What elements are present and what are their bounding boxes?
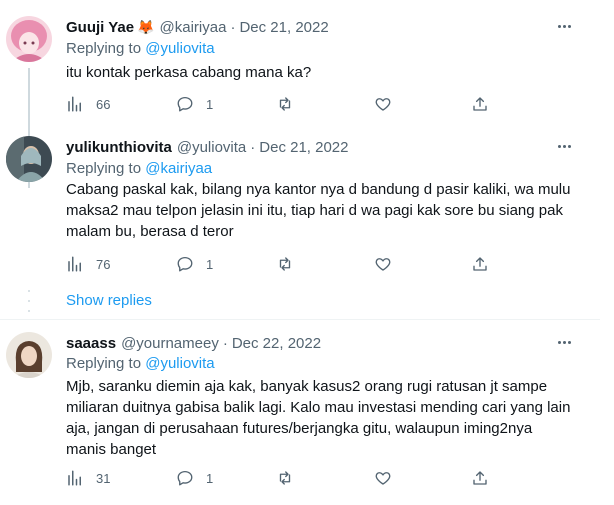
reply-count: 1 xyxy=(206,470,214,486)
tweet-actions: 31 1 xyxy=(66,468,506,488)
like-button[interactable] xyxy=(374,254,392,274)
tweet-1[interactable]: Guuji Yae 🦊 @kairiyaa · Dec 21, 2022 Rep… xyxy=(0,14,600,188)
like-icon xyxy=(375,472,391,485)
like-icon xyxy=(375,258,391,271)
tweet-text: itu kontak perkasa cabang mana ka? xyxy=(66,62,581,83)
tweet-date[interactable]: Dec 21, 2022 xyxy=(259,139,348,156)
tweet-text-line: manis banget xyxy=(66,441,157,458)
replying-to: Replying to @kairiyaa xyxy=(66,160,212,177)
reply-icon xyxy=(177,96,193,112)
display-name[interactable]: Guuji Yae xyxy=(66,19,134,36)
views-button[interactable]: 31 xyxy=(66,468,110,488)
avatar[interactable] xyxy=(6,332,52,378)
views-icon xyxy=(68,470,81,486)
tweet-actions: 76 1 xyxy=(66,254,506,274)
user-handle[interactable]: @yuliovita xyxy=(177,139,246,156)
tweet-text-line: maksa2 mau telpon jelasin ini itu, tiap … xyxy=(66,202,563,219)
reply-icon xyxy=(177,470,193,486)
replying-to: Replying to @yuliovita xyxy=(66,40,215,57)
tweet-text-line: Cabang paskal kak, bilang nya kantor nya… xyxy=(66,181,571,198)
user-handle[interactable]: @yournameey xyxy=(121,335,219,352)
user-handle[interactable]: @kairiyaa xyxy=(160,19,227,36)
tweet-text-line: miliaran duitnya gabisa balik lagi. Kalo… xyxy=(66,399,571,416)
views-count: 31 xyxy=(96,470,111,486)
views-icon xyxy=(68,256,81,272)
replying-to-label: Replying to xyxy=(66,355,142,372)
retweet-icon xyxy=(279,97,291,111)
retweet-button[interactable] xyxy=(276,254,294,274)
retweet-button[interactable] xyxy=(276,468,294,488)
avatar[interactable] xyxy=(6,16,52,62)
like-button[interactable] xyxy=(374,94,392,114)
tweet-actions: 66 1 xyxy=(66,94,506,114)
retweet-icon xyxy=(279,471,291,485)
replying-to-link[interactable]: @yuliovita xyxy=(145,40,214,57)
share-icon xyxy=(473,257,487,271)
reply-count: 1 xyxy=(206,256,214,272)
views-count: 76 xyxy=(96,256,111,272)
reply-button[interactable]: 1 xyxy=(176,468,213,488)
separator-dot: · xyxy=(222,334,228,352)
tweet-text-line: itu kontak perkasa cabang mana ka? xyxy=(66,64,312,81)
show-replies-row[interactable]: Show replies xyxy=(0,286,600,316)
reply-icon xyxy=(177,256,193,272)
share-icon xyxy=(473,471,487,485)
reply-button[interactable]: 1 xyxy=(176,254,213,274)
tweet-text-line: aja, jangan di perusahaan futures/berjan… xyxy=(66,420,533,437)
tweet-2[interactable]: yulikunthiovita @yuliovita · Dec 21, 202… xyxy=(0,136,600,286)
right-gutter xyxy=(600,0,614,505)
tweet-text: Mjb, saranku diemin aja kak, banyak kasu… xyxy=(66,376,581,460)
replying-to: Replying to @yuliovita xyxy=(66,355,215,372)
tweet-date[interactable]: Dec 21, 2022 xyxy=(239,19,328,36)
tweet-header: Guuji Yae 🦊 @kairiyaa · Dec 21, 2022 xyxy=(66,17,329,37)
tweet-3[interactable]: saaass @yournameey · Dec 22, 2022 Replyi… xyxy=(0,332,600,502)
more-icon[interactable] xyxy=(550,330,578,354)
tweet-text-line: Mjb, saranku diemin aja kak, banyak kasu… xyxy=(66,378,548,395)
tweet-text: Cabang paskal kak, bilang nya kantor nya… xyxy=(66,179,581,242)
thread-dots xyxy=(28,290,30,312)
show-replies-link[interactable]: Show replies xyxy=(66,292,152,309)
replying-to-link[interactable]: @kairiyaa xyxy=(145,160,212,177)
display-name[interactable]: yulikunthiovita xyxy=(66,139,172,156)
like-icon xyxy=(375,98,391,111)
replying-to-link[interactable]: @yuliovita xyxy=(145,355,214,372)
reply-button[interactable]: 1 xyxy=(176,94,213,114)
retweet-button[interactable] xyxy=(276,94,294,114)
separator-dot: · xyxy=(250,138,256,156)
reply-count: 1 xyxy=(206,96,214,112)
more-icon[interactable] xyxy=(550,14,578,38)
display-name[interactable]: saaass xyxy=(66,335,116,352)
views-button[interactable]: 66 xyxy=(66,94,110,114)
share-button[interactable] xyxy=(471,94,489,114)
views-button[interactable]: 76 xyxy=(66,254,110,274)
tweet-date[interactable]: Dec 22, 2022 xyxy=(232,335,321,352)
divider xyxy=(0,319,600,320)
retweet-icon xyxy=(279,257,291,271)
tweet-header: saaass @yournameey · Dec 22, 2022 xyxy=(66,333,321,353)
separator-dot: · xyxy=(230,18,236,36)
replying-to-label: Replying to xyxy=(66,40,142,57)
share-icon xyxy=(473,97,487,111)
views-count: 66 xyxy=(96,96,111,112)
tweet-header: yulikunthiovita @yuliovita · Dec 21, 202… xyxy=(66,137,349,157)
share-button[interactable] xyxy=(471,254,489,274)
avatar[interactable] xyxy=(6,136,52,182)
views-icon xyxy=(68,96,81,112)
fox-emoji: 🦊 xyxy=(137,18,155,35)
share-button[interactable] xyxy=(471,468,489,488)
replying-to-label: Replying to xyxy=(66,160,142,177)
more-icon[interactable] xyxy=(550,134,578,158)
like-button[interactable] xyxy=(374,468,392,488)
tweet-text-line: malam bu, berasa d teror xyxy=(66,223,234,240)
